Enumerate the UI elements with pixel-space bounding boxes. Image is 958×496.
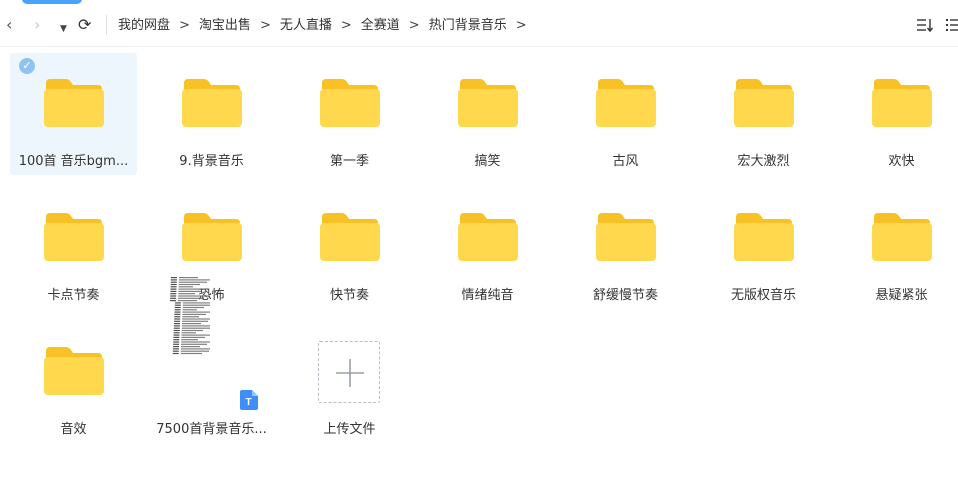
folder-icon: [320, 213, 380, 261]
back-icon[interactable]: ‹: [6, 16, 12, 34]
document-badge-icon: T: [240, 390, 258, 410]
folder-item[interactable]: 第一季: [286, 53, 413, 175]
item-label: 7500首背景音乐...: [156, 422, 267, 437]
folder-item[interactable]: 悬疑紧张: [838, 187, 958, 309]
folder-item[interactable]: ✓ 100首 音乐bgm...: [10, 53, 137, 175]
item-label: 欢快: [888, 154, 915, 169]
plus-icon: [336, 359, 364, 387]
folder-item[interactable]: 欢快: [838, 53, 958, 175]
forward-icon[interactable]: ›: [34, 16, 40, 34]
breadcrumb-separator: >: [259, 18, 271, 33]
breadcrumb-item[interactable]: 淘宝出售: [199, 17, 251, 35]
folder-icon: [458, 79, 518, 127]
folder-item[interactable]: 情绪纯音: [424, 187, 551, 309]
item-label: 古风: [612, 154, 639, 169]
toolbar-divider: [106, 15, 107, 35]
folder-icon: [182, 79, 242, 127]
item-label: 第一季: [329, 154, 369, 169]
item-label: 悬疑紧张: [875, 288, 928, 303]
refresh-icon[interactable]: ⟳: [78, 16, 91, 34]
item-label: 舒缓慢节奏: [592, 288, 658, 303]
folder-item[interactable]: 搞笑: [424, 53, 551, 175]
folder-icon: [734, 213, 794, 261]
breadcrumb-item[interactable]: 我的网盘: [118, 17, 170, 35]
breadcrumb-item[interactable]: 全赛道: [361, 17, 400, 35]
item-label: 宏大激烈: [737, 154, 790, 169]
check-icon[interactable]: ✓: [19, 58, 35, 74]
folder-icon: [596, 213, 656, 261]
folder-icon: [44, 347, 104, 395]
folder-item[interactable]: 无版权音乐: [700, 187, 827, 309]
folder-item[interactable]: 古风: [562, 53, 689, 175]
breadcrumb-item[interactable]: 无人直播: [280, 17, 332, 35]
badge-letter: T: [245, 397, 251, 408]
folder-item[interactable]: 舒缓慢节奏: [562, 187, 689, 309]
breadcrumb-separator: >: [408, 18, 420, 33]
folder-icon: [734, 79, 794, 127]
folder-item[interactable]: 快节奏: [286, 187, 413, 309]
folder-icon: [458, 213, 518, 261]
breadcrumb-item[interactable]: 热门背景音乐: [429, 17, 507, 35]
folder-icon: [182, 213, 242, 261]
item-label: 卡点节奏: [47, 288, 100, 303]
folder-item[interactable]: 宏大激烈: [700, 53, 827, 175]
upload-button[interactable]: [318, 341, 380, 403]
document-thumbnail: [170, 277, 210, 355]
breadcrumb-separator: >: [340, 18, 352, 33]
toolbar: ‹ › ▼ ⟳ 我的网盘 > 淘宝出售 > 无人直播 > 全赛道 > 热门背景音乐 >: [0, 0, 958, 47]
item-label: 无版权音乐: [730, 288, 796, 303]
folder-item[interactable]: 音效: [10, 321, 137, 443]
breadcrumb-separator: >: [179, 18, 190, 33]
folder-icon: [44, 213, 104, 261]
folder-item[interactable]: 9.背景音乐: [148, 53, 275, 175]
breadcrumb: 我的网盘 > 淘宝出售 > 无人直播 > 全赛道 > 热门背景音乐 >: [118, 17, 536, 35]
list-view-icon[interactable]: [944, 17, 958, 33]
folder-item[interactable]: 卡点节奏: [10, 187, 137, 309]
folder-icon: [872, 213, 932, 261]
folder-icon: [320, 79, 380, 127]
sort-icon[interactable]: [916, 17, 934, 33]
folder-icon: [596, 79, 656, 127]
item-label: 9.背景音乐: [179, 154, 244, 169]
item-label: 上传文件: [323, 422, 376, 437]
item-label: 100首 音乐bgm...: [18, 154, 129, 169]
breadcrumb-separator: >: [515, 18, 527, 33]
folder-icon: [44, 79, 104, 127]
item-label: 音效: [60, 422, 87, 437]
history-dropdown-icon[interactable]: ▼: [60, 20, 67, 38]
item-label: 搞笑: [474, 154, 501, 169]
item-label: 情绪纯音: [461, 288, 514, 303]
item-label: 快节奏: [329, 288, 369, 303]
folder-icon: [872, 79, 932, 127]
